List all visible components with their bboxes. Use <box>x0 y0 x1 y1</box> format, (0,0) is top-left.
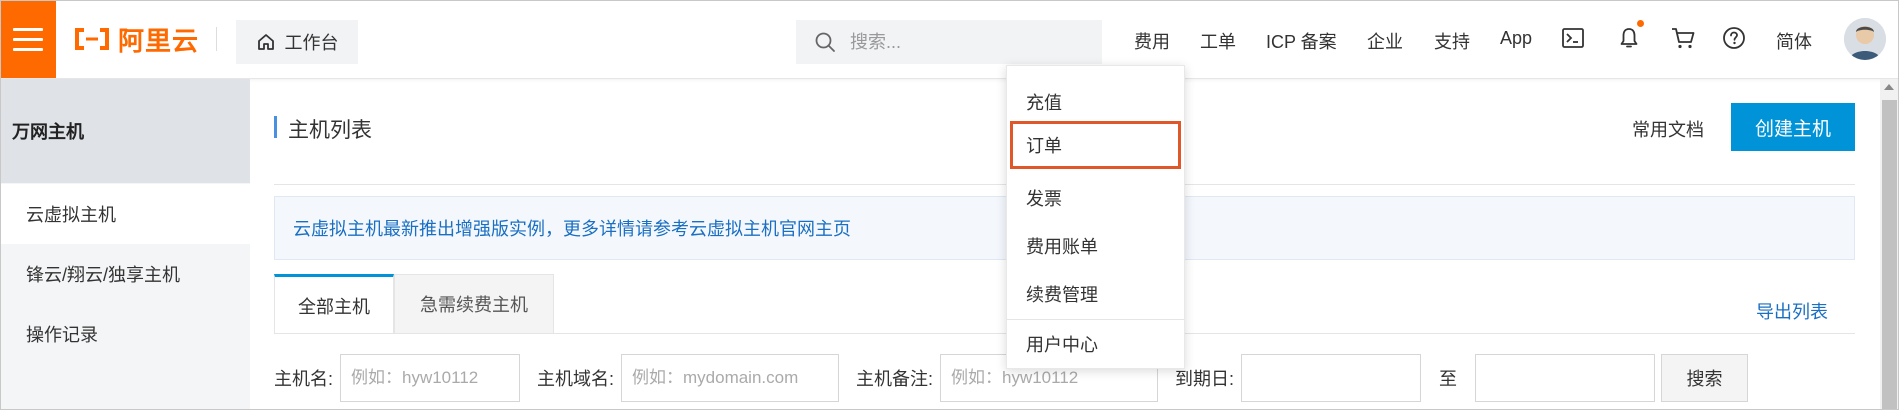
logo-divider <box>216 27 217 51</box>
sidebar-item-virtual-host[interactable]: 云虚拟主机 <box>0 184 250 244</box>
help-icon[interactable] <box>1722 26 1746 50</box>
nav-icp[interactable]: ICP 备案 <box>1266 28 1337 54</box>
search-button[interactable]: 搜索 <box>1661 354 1748 402</box>
language-switch[interactable]: 简体 <box>1776 28 1812 54</box>
workbench-button[interactable]: 工作台 <box>236 20 358 64</box>
workbench-label: 工作台 <box>284 33 339 53</box>
sidebar-title: 万网主机 <box>0 79 250 183</box>
menu-item-user-center[interactable]: 用户中心 <box>1007 320 1184 368</box>
bell-icon[interactable] <box>1617 26 1641 50</box>
search-icon <box>815 32 835 52</box>
aliyun-logo-icon <box>75 28 109 50</box>
top-navigation-bar: 阿里云 工作台 费用 工单 ICP 备案 企业 支持 App 简 <box>0 0 1899 79</box>
host-name-input[interactable] <box>340 354 520 402</box>
create-host-button[interactable]: 创建主机 <box>1731 103 1855 151</box>
menu-item-billing-statement[interactable]: 费用账单 <box>1007 222 1184 270</box>
home-icon <box>257 34 274 50</box>
tab-all-hosts[interactable]: 全部主机 <box>274 274 394 334</box>
expire-end-input[interactable] <box>1475 354 1655 402</box>
page-title-accent <box>274 116 277 138</box>
nav-tickets[interactable]: 工单 <box>1200 28 1236 54</box>
host-name-label: 主机名: <box>274 369 334 389</box>
user-avatar[interactable] <box>1844 18 1886 60</box>
nav-billing[interactable]: 费用 <box>1134 28 1170 54</box>
global-search[interactable] <box>796 20 1102 64</box>
terminal-icon[interactable] <box>1561 26 1585 50</box>
billing-dropdown-menu: 充值 订单 发票 费用账单 续费管理 用户中心 <box>1006 65 1185 369</box>
menu-item-invoice[interactable]: 发票 <box>1007 174 1184 222</box>
nav-enterprise[interactable]: 企业 <box>1367 28 1403 54</box>
host-domain-input[interactable] <box>621 354 839 402</box>
tab-renewal-hosts[interactable]: 急需续费主机 <box>394 274 554 334</box>
page-title: 主机列表 <box>288 119 372 142</box>
menu-item-renewal-management[interactable]: 续费管理 <box>1007 270 1184 318</box>
menu-item-recharge[interactable]: 充值 <box>1007 78 1184 126</box>
host-domain-label: 主机域名: <box>537 369 615 389</box>
docs-link[interactable]: 常用文档 <box>1632 116 1704 142</box>
menu-item-orders[interactable]: 订单 <box>1010 121 1181 169</box>
date-range-separator: 至 <box>1439 369 1457 389</box>
sidebar: 万网主机 云虚拟主机 锋云/翔云/独享主机 操作记录 <box>0 79 250 410</box>
search-input[interactable] <box>848 30 1092 54</box>
notification-badge <box>1637 20 1644 27</box>
expire-start-input[interactable] <box>1241 354 1421 402</box>
notice-link[interactable]: 云虚拟主机最新推出增强版实例，更多详情请参考云虚拟主机官网主页 <box>293 215 851 241</box>
host-remark-label: 主机备注: <box>856 369 934 389</box>
menu-icon[interactable] <box>0 0 56 78</box>
nav-app[interactable]: App <box>1500 28 1532 49</box>
sidebar-item-operation-log[interactable]: 操作记录 <box>0 304 250 364</box>
export-list-link[interactable]: 导出列表 <box>1756 298 1828 324</box>
logo-text: 阿里云 <box>118 25 200 56</box>
sidebar-item-dedicated-host[interactable]: 锋云/翔云/独享主机 <box>0 244 250 304</box>
scroll-up-arrow-icon[interactable] <box>1884 84 1894 90</box>
nav-support[interactable]: 支持 <box>1434 28 1470 54</box>
avatar-icon <box>1844 18 1886 60</box>
cart-icon[interactable] <box>1670 26 1696 50</box>
scrollbar-thumb[interactable] <box>1882 100 1897 410</box>
aliyun-logo[interactable]: 阿里云 <box>74 24 199 56</box>
